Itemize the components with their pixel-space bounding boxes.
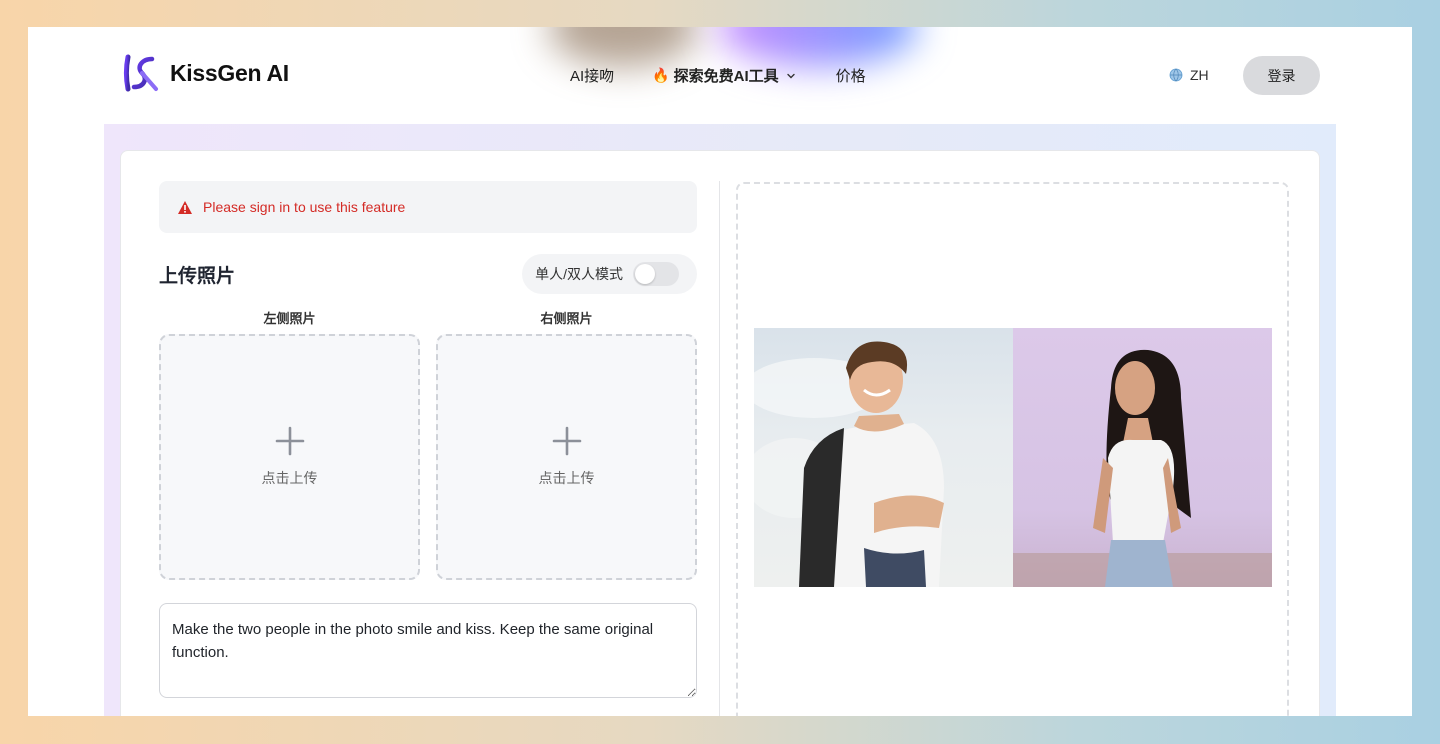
panel-divider — [719, 181, 720, 716]
woman-illustration — [1013, 349, 1272, 587]
nav-item-ai-kiss[interactable]: AI接吻 — [570, 65, 614, 86]
mode-toggle[interactable] — [633, 262, 679, 286]
fire-icon: 🔥 — [652, 67, 670, 83]
generator-card: Please sign in to use this feature 上传照片 … — [120, 150, 1320, 716]
right-photo-label: 右侧照片 — [540, 311, 593, 326]
preview-area — [736, 182, 1289, 716]
decorative-glow — [548, 27, 698, 67]
main-nav: AI接吻 🔥 探索免费AI工具 价格 — [570, 65, 866, 86]
left-photo-column: 左侧照片 点击上传 — [159, 308, 420, 580]
upload-hint: 点击上传 — [261, 470, 318, 486]
example-couple-image — [754, 328, 1272, 587]
warning-icon — [178, 200, 192, 214]
nav-item-pricing[interactable]: 价格 — [836, 65, 866, 86]
logo-text: KissGen AI — [170, 59, 289, 86]
plus-icon — [552, 426, 581, 456]
app-frame: KissGen AI AI接吻 🔥 探索免费AI工具 价格 ZH 登录 Plea… — [28, 27, 1412, 716]
login-button[interactable]: 登录 — [1243, 56, 1320, 95]
language-switcher[interactable]: ZH — [1169, 67, 1209, 83]
upload-header: 上传照片 单人/双人模式 — [159, 254, 697, 294]
globe-icon — [1169, 68, 1183, 82]
right-photo-dropzone[interactable]: 点击上传 — [436, 334, 697, 580]
input-panel: Please sign in to use this feature 上传照片 … — [159, 181, 697, 703]
alert-text: Please sign in to use this feature — [203, 199, 406, 215]
man-illustration — [754, 341, 944, 587]
nav-item-label: AI接吻 — [570, 68, 615, 85]
woman-photo — [1013, 328, 1272, 587]
language-label: ZH — [1190, 67, 1209, 83]
sign-in-alert: Please sign in to use this feature — [159, 181, 697, 233]
kissgen-logo-icon — [124, 54, 158, 92]
nav-item-label: 探索免费AI工具 — [673, 68, 779, 85]
prompt-input[interactable]: Make the two people in the photo smile a… — [159, 603, 697, 698]
top-header: KissGen AI AI接吻 🔥 探索免费AI工具 价格 ZH 登录 — [28, 27, 1412, 123]
nav-item-label: 价格 — [835, 68, 866, 85]
man-photo — [754, 328, 1013, 587]
mode-switch: 单人/双人模式 — [522, 254, 697, 294]
mode-label: 单人/双人模式 — [535, 266, 623, 282]
right-photo-column: 右侧照片 点击上传 — [436, 308, 697, 580]
nav-item-explore-tools[interactable]: 🔥 探索免费AI工具 — [652, 65, 795, 86]
plus-icon — [275, 426, 304, 456]
toggle-knob — [635, 264, 655, 284]
left-photo-dropzone[interactable]: 点击上传 — [159, 334, 420, 580]
logo[interactable]: KissGen AI — [122, 53, 289, 93]
decorative-glow — [718, 27, 918, 67]
left-photo-label: 左侧照片 — [263, 311, 316, 326]
photo-uploads: 左侧照片 点击上传 右侧照片 点击上传 — [159, 308, 697, 580]
upload-hint: 点击上传 — [538, 470, 595, 486]
upload-title: 上传照片 — [159, 265, 236, 287]
chevron-down-icon — [786, 73, 795, 78]
